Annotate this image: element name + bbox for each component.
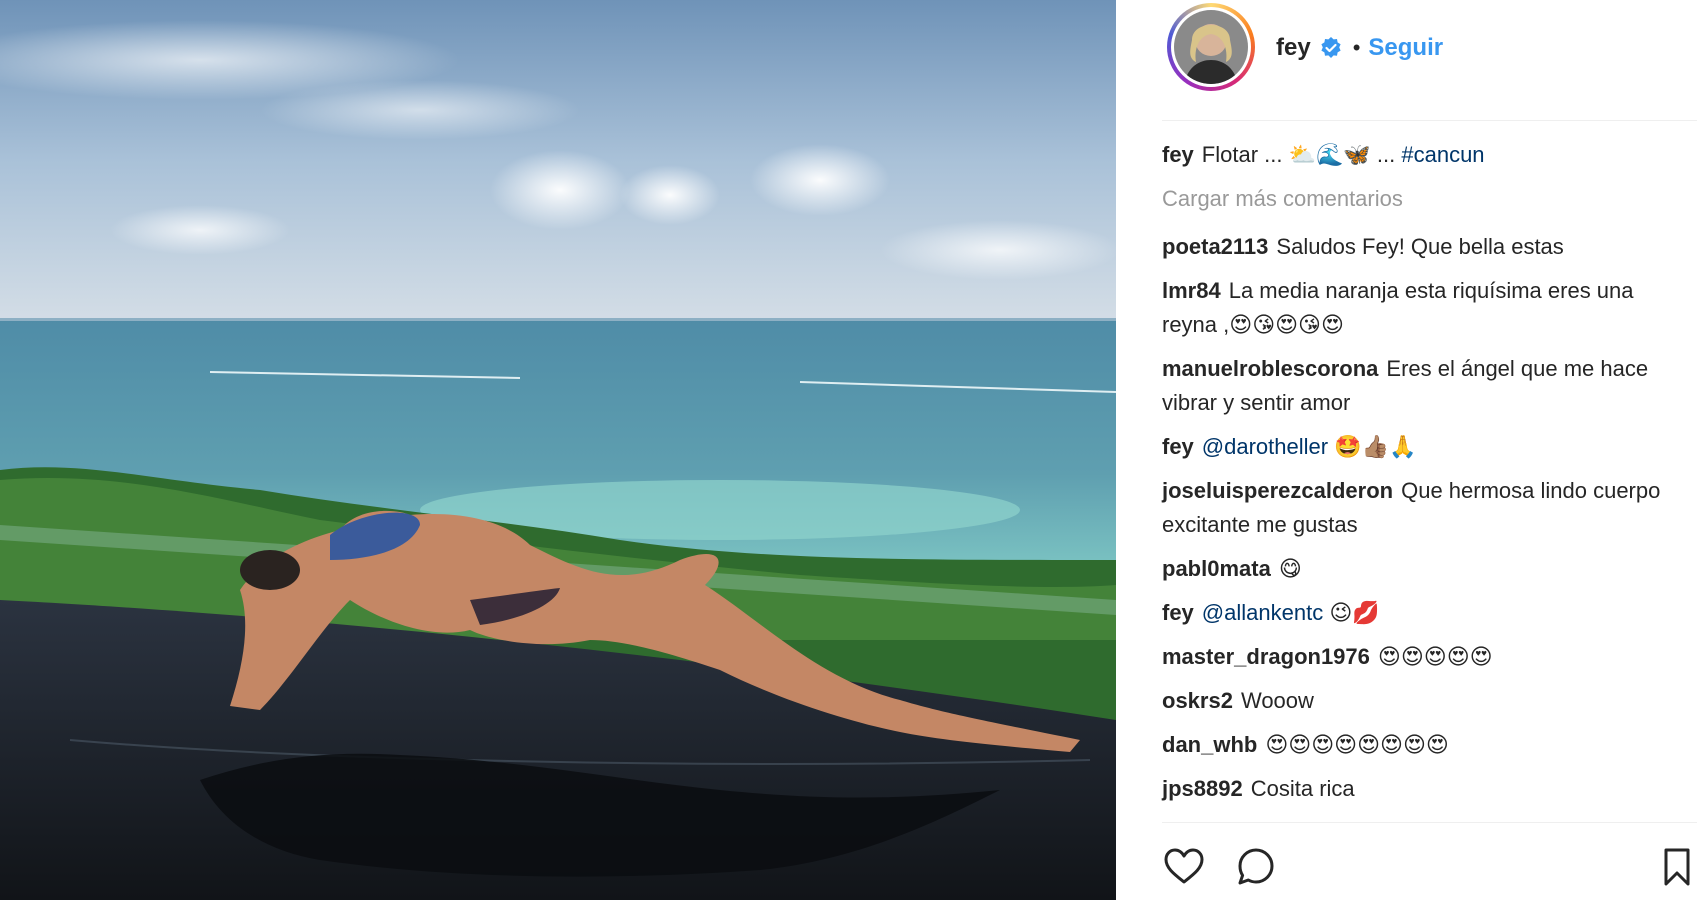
comment-item: fey @darotheller 🤩👍🏽🙏 — [1162, 430, 1672, 464]
comment-text: 😋 — [1278, 556, 1302, 581]
post-photo-image — [0, 0, 1116, 900]
bookmark-icon[interactable] — [1655, 845, 1699, 889]
comment-item: pabl0mata 😋 — [1162, 552, 1672, 586]
avatar-image — [1174, 10, 1248, 84]
caption-text: Flotar ... ⛅🌊🦋 ... — [1201, 142, 1396, 167]
header-separator: • — [1352, 35, 1361, 60]
heart-icon[interactable] — [1162, 845, 1206, 889]
comment-username[interactable]: manuelroblescorona — [1162, 356, 1378, 381]
comment-username[interactable]: fey — [1162, 600, 1194, 625]
comment-item: fey @allankentc 😉💋 — [1162, 596, 1672, 630]
comment-item: joseluisperezcalderon Que hermosa lindo c… — [1162, 474, 1672, 542]
comment-text: 😍😍😍😍😍 — [1377, 644, 1493, 669]
comment-username[interactable]: lmr84 — [1162, 278, 1221, 303]
comment-mention[interactable]: @allankentc — [1202, 600, 1323, 625]
comment-username[interactable]: master_dragon1976 — [1162, 644, 1370, 669]
avatar[interactable] — [1167, 3, 1255, 91]
comment-text: Wooow — [1240, 688, 1314, 713]
comment-text: La media naranja esta riquísima eres una… — [1162, 278, 1634, 337]
comment-item: dan_whb 😍😍😍😍😍😍😍😍 — [1162, 728, 1672, 762]
post-header: fey • Seguir — [1162, 0, 1697, 121]
comment-username[interactable]: jps8892 — [1162, 776, 1243, 801]
comment-text: 😍😍😍😍😍😍😍😍 — [1265, 732, 1449, 757]
comment-text: Saludos Fey! Que bella estas — [1276, 234, 1564, 259]
comment-item: oskrs2 Wooow — [1162, 684, 1672, 718]
comment-icon[interactable] — [1234, 845, 1278, 889]
author-username[interactable]: fey — [1276, 34, 1311, 62]
comment-item: lmr84 La media naranja esta riquísima ere… — [1162, 274, 1672, 342]
post-actions — [1162, 822, 1697, 901]
caption-username[interactable]: fey — [1162, 142, 1194, 167]
comment-item: master_dragon1976 😍😍😍😍😍 — [1162, 640, 1672, 674]
follow-button[interactable]: Seguir — [1368, 34, 1443, 62]
comment-mention[interactable]: @darotheller — [1202, 434, 1328, 459]
comment-username[interactable]: poeta2113 — [1162, 234, 1268, 259]
comments-section: fey Flotar ... ⛅🌊🦋 ... #cancun Cargar más… — [1162, 138, 1672, 816]
header-text: fey • Seguir — [1276, 34, 1443, 62]
comment-text: 🤩👍🏽🙏 — [1334, 434, 1417, 459]
comment-item: manuelroblescorona Eres el ángel que me h… — [1162, 352, 1672, 420]
caption-hashtag[interactable]: #cancun — [1401, 142, 1484, 167]
post-sidebar: fey • Seguir fey Flotar ... ⛅🌊🦋 ... #canc… — [1116, 0, 1700, 900]
instagram-post: fey • Seguir fey Flotar ... ⛅🌊🦋 ... #canc… — [0, 0, 1700, 900]
comment-username[interactable]: joseluisperezcalderon — [1162, 478, 1393, 503]
comment-username[interactable]: pabl0mata — [1162, 556, 1271, 581]
comment-text: 😉💋 — [1329, 600, 1380, 625]
comment-username[interactable]: oskrs2 — [1162, 688, 1233, 713]
load-more-comments-button[interactable]: Cargar más comentarios — [1162, 182, 1672, 216]
comment-item: poeta2113 Saludos Fey! Que bella estas — [1162, 230, 1672, 264]
verified-badge-icon — [1319, 36, 1343, 60]
comment-text: Cosita rica — [1250, 776, 1355, 801]
caption: fey Flotar ... ⛅🌊🦋 ... #cancun — [1162, 138, 1672, 172]
comment-username[interactable]: dan_whb — [1162, 732, 1257, 757]
comment-username[interactable]: fey — [1162, 434, 1194, 459]
post-photo[interactable] — [0, 0, 1116, 900]
comment-item: jps8892 Cosita rica — [1162, 772, 1672, 806]
